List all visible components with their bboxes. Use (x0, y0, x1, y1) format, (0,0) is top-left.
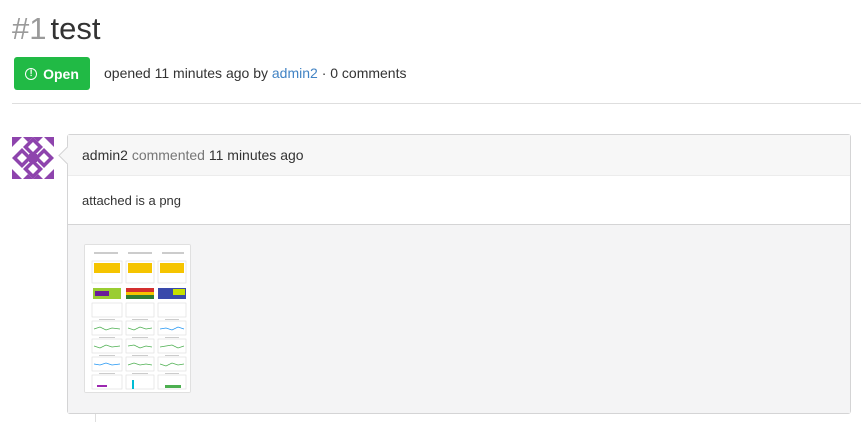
avatar[interactable] (12, 137, 54, 179)
issue-number: #1 (12, 11, 47, 46)
opened-text: opened 11 minutes ago by (104, 65, 268, 81)
comment-author[interactable]: admin2 (82, 147, 128, 163)
page-title: #1 test (12, 10, 100, 48)
comment-header: admin2 commented 11 minutes ago (68, 135, 850, 176)
comment-action: commented (131, 147, 205, 163)
issue-meta: opened 11 minutes ago by admin2 · 0 comm… (104, 65, 407, 81)
status-badge: ! Open (14, 57, 90, 90)
png-preview-icon (85, 245, 190, 392)
attachments (68, 225, 850, 413)
timeline-line (95, 414, 96, 422)
comment: admin2 commented 11 minutes ago attached… (67, 134, 851, 414)
identicon-icon (12, 137, 54, 179)
comment-time: 11 minutes ago (208, 147, 304, 163)
author-link[interactable]: admin2 (272, 65, 318, 81)
status-label: Open (43, 65, 79, 82)
divider (12, 103, 861, 104)
attachment-thumbnail[interactable] (84, 244, 191, 393)
comment-body: attached is a png (68, 176, 850, 225)
comments-count: · 0 comments (321, 65, 407, 81)
issue-title: test (50, 11, 101, 46)
exclamation-circle-icon: ! (25, 67, 38, 80)
